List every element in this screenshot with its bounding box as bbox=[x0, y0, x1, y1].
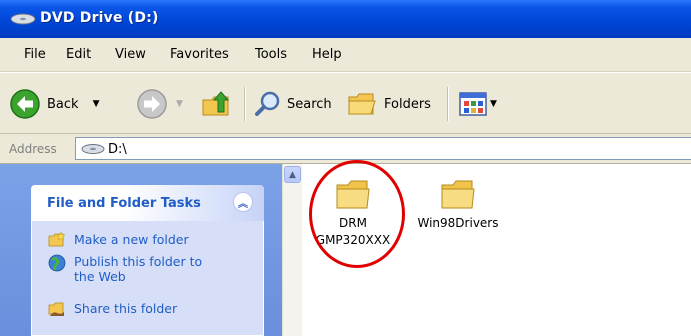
task-label: Share this folder bbox=[74, 301, 178, 316]
file-folder-tasks-body: Make a new folder Publish this folder to… bbox=[31, 221, 264, 336]
task-publish-folder[interactable]: Publish this folder to the Web bbox=[48, 254, 214, 284]
dvd-drive-icon bbox=[81, 144, 105, 154]
task-share-folder[interactable]: Share this folder bbox=[48, 301, 177, 317]
views-icon bbox=[459, 92, 487, 116]
task-label: Make a new folder bbox=[74, 232, 189, 247]
panel-title: File and Folder Tasks bbox=[47, 196, 201, 211]
toolbar-separator bbox=[447, 87, 449, 121]
views-dropdown-icon[interactable]: ▼ bbox=[490, 99, 497, 109]
back-label: Back bbox=[47, 96, 79, 112]
highlight-circle bbox=[309, 160, 405, 268]
scroll-up-icon[interactable]: ▲ bbox=[284, 166, 301, 183]
task-make-new-folder[interactable]: Make a new folder bbox=[48, 232, 189, 248]
search-label: Search bbox=[287, 96, 332, 112]
back-button[interactable]: Back ▼ bbox=[9, 85, 99, 123]
address-label: Address bbox=[9, 142, 57, 156]
address-input[interactable]: D:\ bbox=[75, 137, 691, 160]
menu-help[interactable]: Help bbox=[312, 47, 342, 62]
menu-bar: File Edit View Favorites Tools Help bbox=[0, 38, 691, 72]
search-icon bbox=[255, 91, 280, 116]
menu-file[interactable]: File bbox=[24, 47, 46, 62]
window-title: DVD Drive (D:) bbox=[40, 10, 159, 26]
collapse-chevron-icon[interactable]: ︽ bbox=[233, 192, 253, 212]
menu-view[interactable]: View bbox=[115, 47, 146, 62]
back-dropdown-icon[interactable]: ▼ bbox=[93, 99, 100, 109]
address-bar: Address D:\ bbox=[0, 134, 691, 164]
address-value: D:\ bbox=[108, 142, 127, 157]
back-arrow-icon bbox=[10, 89, 40, 119]
up-folder-icon bbox=[202, 91, 230, 116]
folder-icon bbox=[441, 180, 475, 209]
folders-icon bbox=[348, 93, 376, 115]
toolbar-separator bbox=[244, 87, 246, 121]
views-button[interactable]: ▼ bbox=[458, 85, 497, 123]
file-folder-tasks-header[interactable]: File and Folder Tasks ︽ bbox=[31, 185, 264, 221]
folders-label: Folders bbox=[384, 96, 431, 112]
menu-tools[interactable]: Tools bbox=[255, 47, 287, 62]
forward-button[interactable]: ▼ bbox=[136, 85, 183, 123]
dvd-drive-icon bbox=[10, 13, 36, 25]
menu-favorites[interactable]: Favorites bbox=[170, 47, 229, 62]
search-button[interactable]: Search bbox=[253, 85, 332, 123]
new-folder-icon bbox=[48, 232, 66, 247]
task-pane: File and Folder Tasks ︽ Make a new folde… bbox=[0, 164, 282, 336]
vertical-scrollbar[interactable]: ▲ bbox=[282, 164, 302, 336]
publish-web-icon bbox=[48, 254, 66, 272]
folder-name-line1: Win98Drivers bbox=[417, 216, 499, 230]
menu-edit[interactable]: Edit bbox=[66, 47, 91, 62]
title-bar[interactable]: DVD Drive (D:) bbox=[0, 0, 691, 38]
up-folder-button[interactable] bbox=[200, 85, 232, 123]
forward-dropdown-icon[interactable]: ▼ bbox=[176, 99, 183, 109]
share-folder-icon bbox=[48, 302, 64, 316]
folders-button[interactable]: Folders bbox=[346, 85, 431, 123]
toolbar: Back ▼ ▼ Search Folders ▼ bbox=[0, 72, 691, 134]
forward-arrow-icon bbox=[137, 89, 167, 119]
folder-item-win98drivers[interactable]: Win98Drivers bbox=[408, 177, 508, 231]
task-label: Publish this folder to the Web bbox=[74, 254, 203, 284]
